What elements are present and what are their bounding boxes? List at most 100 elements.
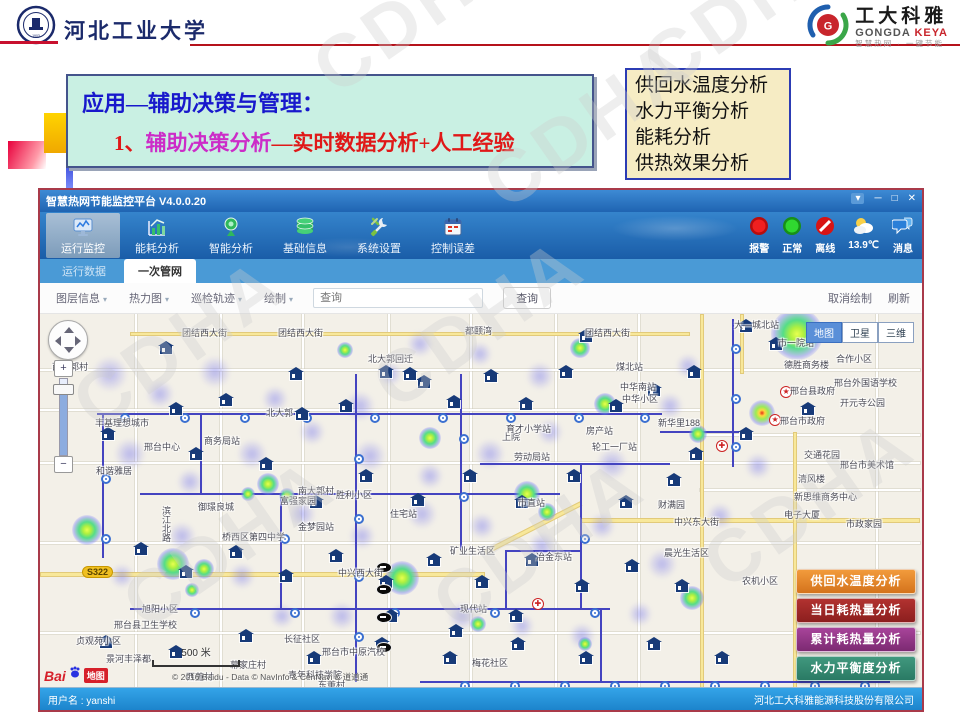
dropdown-绘制[interactable]: 绘制▾ bbox=[264, 290, 293, 306]
chevron-down-icon: ▾ bbox=[238, 295, 242, 304]
building-icon bbox=[448, 400, 460, 408]
nav-label: 能耗分析 bbox=[135, 240, 179, 256]
status-item-normal[interactable]: 正常 bbox=[782, 216, 802, 255]
pipe-node-icon bbox=[290, 608, 300, 618]
status-item-alarm[interactable]: 报警 bbox=[749, 216, 769, 255]
map-label: 北大郭 bbox=[266, 406, 293, 419]
app-title: 智慧热网节能监控平台 V4.0.0.20 bbox=[46, 193, 206, 209]
map-toolbar: 图层信息▾热力图▾巡检轨迹▾绘制▾ 查询 取消绘制刷新 bbox=[40, 283, 922, 314]
nav-item-energy-chart[interactable]: 能耗分析 bbox=[120, 213, 194, 258]
building-icon bbox=[580, 656, 592, 664]
map-type-三维[interactable]: 三维 bbox=[878, 322, 914, 343]
pipe-node-icon bbox=[490, 608, 500, 618]
nav-item-monitor[interactable]: 运行监控 bbox=[46, 213, 120, 258]
heat-blob bbox=[419, 427, 441, 449]
close-icon[interactable]: ✕ bbox=[908, 193, 916, 204]
status-item-offline[interactable]: 离线 bbox=[815, 216, 835, 255]
nav-item-smart-analysis[interactable]: 智能分析 bbox=[194, 213, 268, 258]
valve-icon bbox=[376, 612, 392, 623]
pan-left-icon[interactable] bbox=[55, 336, 61, 346]
map-label: 煤北站 bbox=[616, 360, 643, 373]
zoom-slider-handle[interactable] bbox=[53, 384, 74, 395]
heat-blob bbox=[257, 473, 279, 495]
heat-blob bbox=[194, 559, 214, 579]
map-label: 新思维商务中心 bbox=[794, 490, 857, 503]
map-label: 北大郭回迁 bbox=[368, 352, 413, 365]
building-icon bbox=[190, 452, 202, 460]
heat-halo bbox=[469, 513, 495, 539]
valve-icon bbox=[376, 584, 392, 595]
zoom-out-button[interactable]: − bbox=[54, 456, 73, 473]
status-item-message[interactable]: 消息 bbox=[892, 216, 914, 255]
building-icon bbox=[290, 372, 302, 380]
status-label: 报警 bbox=[749, 240, 769, 255]
pipe-node-icon bbox=[760, 681, 770, 687]
map-label: 合作小区 bbox=[836, 352, 872, 365]
toolbar-action-取消绘制[interactable]: 取消绘制 bbox=[828, 290, 872, 306]
minimize-icon[interactable]: ─ bbox=[874, 193, 881, 204]
map-label: 开元寺公园 bbox=[840, 396, 885, 409]
pan-up-icon[interactable] bbox=[64, 327, 74, 333]
chevron-down-icon: ▾ bbox=[103, 295, 107, 304]
building-icon bbox=[260, 462, 272, 470]
window-menu-icon[interactable]: ▾ bbox=[851, 193, 864, 204]
nav-label: 智能分析 bbox=[209, 240, 253, 256]
building-icon bbox=[428, 558, 440, 566]
building-icon bbox=[280, 574, 292, 582]
status-item-weather[interactable]: 13.9℃ bbox=[848, 216, 879, 255]
pipe-node-icon bbox=[370, 413, 380, 423]
search-input[interactable] bbox=[313, 288, 483, 308]
dropdown-热力图[interactable]: 热力图▾ bbox=[129, 290, 169, 306]
map-scale: 500 米 bbox=[152, 644, 240, 667]
toolbar-action-刷新[interactable]: 刷新 bbox=[888, 290, 910, 306]
analysis-button[interactable]: 水力平衡度分析 bbox=[796, 656, 916, 681]
company-tagline: 智慧热网 · 一键节能 bbox=[855, 39, 948, 49]
slide-title: 应用—辅助决策与管理： bbox=[82, 86, 592, 118]
dropdown-label: 巡检轨迹 bbox=[191, 293, 235, 305]
map-label: 团结西大街 bbox=[182, 326, 227, 339]
building-icon bbox=[308, 656, 320, 664]
nav-label: 系统设置 bbox=[357, 240, 401, 256]
map-label: 邢台市中原汽校 bbox=[322, 645, 385, 658]
status-label: 消息 bbox=[893, 240, 913, 255]
tab-一次管网[interactable]: 一次管网 bbox=[124, 259, 196, 283]
building-icon bbox=[568, 474, 580, 482]
window-controls: ▾ ─ □ ✕ bbox=[851, 193, 916, 204]
building-icon bbox=[404, 372, 416, 380]
search-button[interactable]: 查询 bbox=[503, 287, 551, 309]
map-label: 丰基理想城市 bbox=[95, 416, 149, 429]
pan-right-icon[interactable] bbox=[75, 336, 81, 346]
building-icon bbox=[418, 380, 430, 388]
building-icon bbox=[240, 634, 252, 642]
map-pan-control[interactable] bbox=[48, 320, 88, 360]
zoom-in-button[interactable]: + bbox=[54, 360, 73, 377]
pipe-node-icon bbox=[731, 344, 741, 354]
building-icon bbox=[476, 580, 488, 588]
map-label: 劳动局站 bbox=[514, 450, 550, 463]
pipe-node-icon bbox=[580, 534, 590, 544]
nav-item-calendar[interactable]: 控制误差 bbox=[416, 213, 490, 258]
analysis-button[interactable]: 当日耗热量分析 bbox=[796, 598, 916, 623]
maximize-icon[interactable]: □ bbox=[892, 193, 898, 204]
nav-item-tools[interactable]: 系统设置 bbox=[342, 213, 416, 258]
dropdown-图层信息[interactable]: 图层信息▾ bbox=[56, 290, 107, 306]
nav-item-database[interactable]: 基础信息 bbox=[268, 213, 342, 258]
analysis-button[interactable]: 累计耗热量分析 bbox=[796, 627, 916, 652]
map-type-地图[interactable]: 地图 bbox=[806, 322, 842, 343]
building-icon bbox=[102, 432, 114, 440]
heat-halo bbox=[417, 463, 443, 489]
map-canvas[interactable]: + − 地图卫星三维 500 米 Bai 地图 © 2 bbox=[40, 314, 922, 687]
heat-halo bbox=[328, 602, 356, 630]
company-logo-icon: G bbox=[807, 4, 849, 51]
building-icon bbox=[668, 478, 680, 486]
dropdown-巡检轨迹[interactable]: 巡检轨迹▾ bbox=[191, 290, 242, 306]
map-label: 轮工一厂站 bbox=[592, 440, 637, 453]
building-icon bbox=[135, 547, 147, 555]
analysis-button[interactable]: 供回水温度分析 bbox=[796, 569, 916, 594]
slide-header: 1903 河北工业大学 G 工大科雅 GONGDA KEYA 智慧 bbox=[0, 0, 960, 56]
map-label: S322 bbox=[82, 566, 113, 578]
map-label: 电子大厦 bbox=[784, 508, 820, 521]
tab-运行数据[interactable]: 运行数据 bbox=[48, 259, 120, 283]
pan-down-icon[interactable] bbox=[64, 347, 74, 353]
map-type-卫星[interactable]: 卫星 bbox=[842, 322, 878, 343]
